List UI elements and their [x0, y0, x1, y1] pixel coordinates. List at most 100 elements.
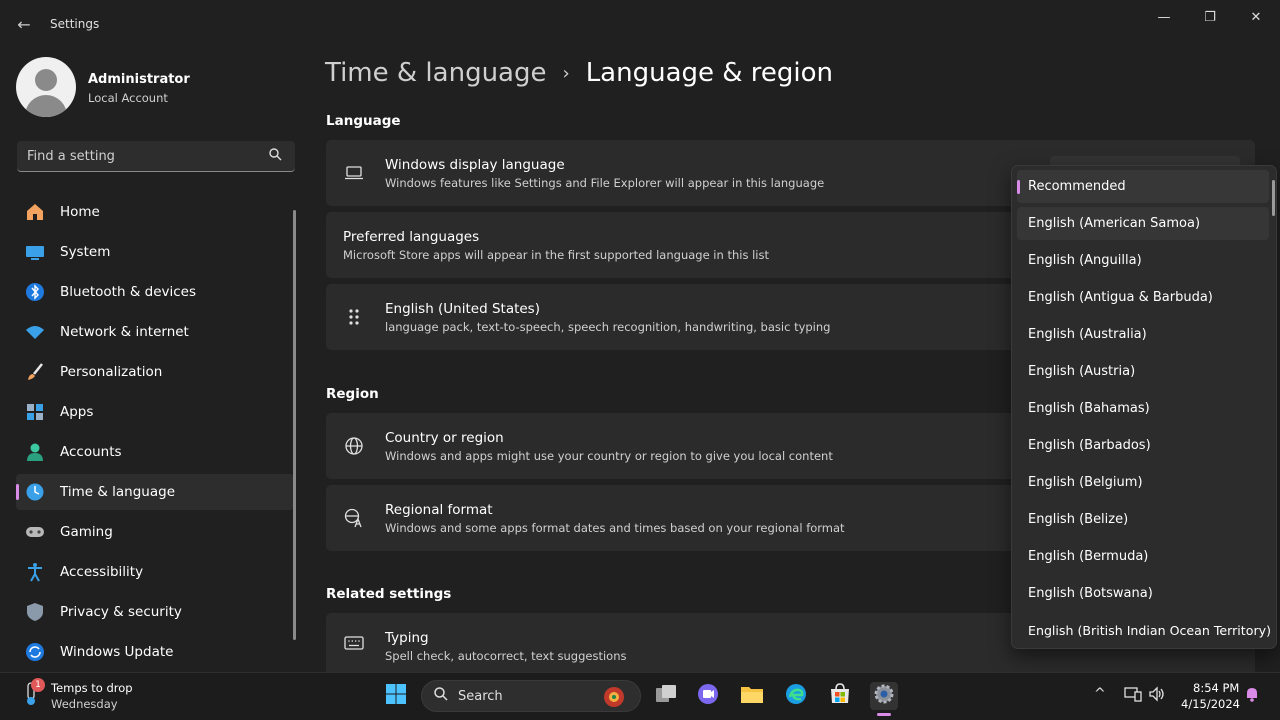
gear-icon — [873, 683, 895, 709]
maximize-button[interactable]: ❐ — [1187, 6, 1233, 28]
card-subtitle: language pack, text-to-speech, speech re… — [385, 320, 831, 334]
sidebar-item-bluetooth[interactable]: Bluetooth & devices — [16, 274, 294, 310]
edge-button[interactable] — [782, 682, 810, 710]
keyboard-icon — [343, 613, 365, 672]
card-subtitle: Spell check, autocorrect, text suggestio… — [385, 649, 627, 663]
sidebar-item-network[interactable]: Network & internet — [16, 314, 294, 350]
sidebar-item-label: Network & internet — [60, 324, 189, 340]
sidebar-scrollbar[interactable] — [293, 210, 296, 640]
active-app-indicator — [877, 713, 891, 716]
file-explorer-button[interactable] — [738, 682, 766, 710]
dropdown-option[interactable]: English (Anguilla) — [1017, 244, 1269, 277]
sidebar-item-windows-update[interactable]: Windows Update — [16, 634, 294, 670]
dropdown-option[interactable]: English (British Indian Ocean Territory) — [1017, 614, 1275, 647]
sidebar-item-home[interactable]: Home — [16, 194, 294, 230]
regional-format-icon — [343, 485, 365, 551]
dropdown-scrollbar[interactable] — [1272, 180, 1275, 216]
sidebar-item-label: Accounts — [60, 444, 122, 460]
sidebar-nav: Home System Bluetooth & devices Network … — [16, 194, 294, 674]
card-subtitle: Windows features like Settings and File … — [385, 176, 825, 190]
sidebar-item-personalization[interactable]: Personalization — [16, 354, 294, 390]
dropdown-option[interactable]: English (Bahamas) — [1017, 392, 1269, 425]
task-view-icon — [655, 684, 677, 708]
avatar[interactable] — [16, 57, 76, 117]
dropdown-option[interactable]: English (Bermuda) — [1017, 540, 1269, 573]
sidebar-item-system[interactable]: System — [16, 234, 294, 270]
dropdown-option[interactable]: English (Antigua & Barbuda) — [1017, 281, 1269, 314]
start-button[interactable] — [382, 682, 410, 710]
card-subtitle: Windows and apps might use your country … — [385, 449, 833, 463]
volume-icon[interactable] — [1148, 686, 1166, 706]
back-button[interactable]: ← — [10, 12, 38, 36]
search-input[interactable] — [27, 148, 269, 164]
section-related-settings: Related settings — [326, 586, 452, 602]
minimize-icon: — — [1157, 9, 1171, 25]
search-icon — [434, 687, 448, 705]
clock-time[interactable]: 8:54 PM — [1193, 681, 1239, 695]
card-title: Regional format — [385, 502, 493, 518]
brush-icon — [24, 361, 46, 383]
sidebar-item-label: System — [60, 244, 111, 260]
breadcrumb-parent[interactable]: Time & language — [325, 58, 546, 88]
section-language: Language — [326, 113, 401, 129]
sidebar-item-privacy[interactable]: Privacy & security — [16, 594, 294, 630]
chevron-right-icon: › — [562, 62, 570, 84]
dropdown-option[interactable]: English (Austria) — [1017, 355, 1269, 388]
dropdown-option[interactable]: English (Australia) — [1017, 318, 1269, 351]
teams-button[interactable] — [694, 682, 722, 710]
network-status-icon[interactable] — [1124, 686, 1142, 706]
page-title: Language & region — [585, 58, 834, 88]
sidebar-item-label: Home — [60, 204, 100, 220]
taskbar-search[interactable]: Search — [421, 680, 641, 712]
avatar-body — [25, 95, 67, 117]
shield-icon — [24, 601, 46, 623]
back-arrow-icon: ← — [17, 14, 31, 34]
update-icon — [24, 641, 46, 663]
chat-icon — [697, 683, 719, 709]
dropdown-option[interactable]: English (Belize) — [1017, 503, 1269, 536]
search-icon[interactable] — [269, 147, 285, 165]
sidebar-item-accessibility[interactable]: Accessibility — [16, 554, 294, 590]
sidebar-item-label: Windows Update — [60, 644, 174, 660]
dropdown-option[interactable]: English (Barbados) — [1017, 429, 1269, 462]
weather-title[interactable]: Temps to drop — [51, 681, 133, 695]
store-button[interactable] — [826, 682, 854, 710]
dropdown-option[interactable]: English (American Samoa) — [1017, 207, 1269, 240]
system-icon — [24, 241, 46, 263]
settings-taskbar-button[interactable] — [870, 682, 898, 710]
dropdown-option[interactable]: English (Botswana) — [1017, 577, 1269, 610]
taskbar-search-label: Search — [458, 688, 503, 704]
dropdown-option[interactable]: Recommended — [1017, 170, 1269, 203]
drag-handle-icon[interactable] — [343, 284, 365, 350]
breadcrumb: Time & language › Language & region — [325, 58, 833, 88]
search-box[interactable] — [17, 141, 295, 172]
notification-bell-icon[interactable] — [1244, 686, 1260, 706]
edge-icon — [785, 683, 807, 709]
bluetooth-icon — [24, 281, 46, 303]
card-title: Windows display language — [385, 157, 565, 173]
clock-date[interactable]: 4/15/2024 — [1181, 697, 1240, 711]
card-title: Preferred languages — [343, 229, 480, 245]
store-icon — [829, 683, 851, 709]
time-language-icon — [24, 481, 46, 503]
card-title: English (United States) — [385, 301, 540, 317]
sidebar-item-label: Time & language — [60, 484, 176, 500]
app-title: Settings — [50, 17, 100, 31]
task-view-button[interactable] — [652, 682, 680, 710]
sidebar-item-apps[interactable]: Apps — [16, 394, 294, 430]
card-title: Country or region — [385, 430, 504, 446]
close-button[interactable]: ✕ — [1233, 6, 1279, 28]
laptop-icon — [343, 140, 365, 206]
user-name: Administrator — [88, 72, 190, 87]
sidebar-item-accounts[interactable]: Accounts — [16, 434, 294, 470]
gaming-icon — [24, 521, 46, 543]
sidebar-item-label: Privacy & security — [60, 604, 182, 620]
display-language-dropdown[interactable]: Recommended English (American Samoa) Eng… — [1011, 165, 1277, 649]
windows-logo-icon — [385, 683, 407, 709]
sidebar-item-gaming[interactable]: Gaming — [16, 514, 294, 550]
show-hidden-icons-button[interactable]: ^ — [1094, 686, 1106, 702]
minimize-button[interactable]: — — [1141, 6, 1187, 28]
sidebar-item-time-language[interactable]: Time & language — [16, 474, 294, 510]
dropdown-option[interactable]: English (Belgium) — [1017, 466, 1269, 499]
sidebar-item-label: Bluetooth & devices — [60, 284, 197, 300]
